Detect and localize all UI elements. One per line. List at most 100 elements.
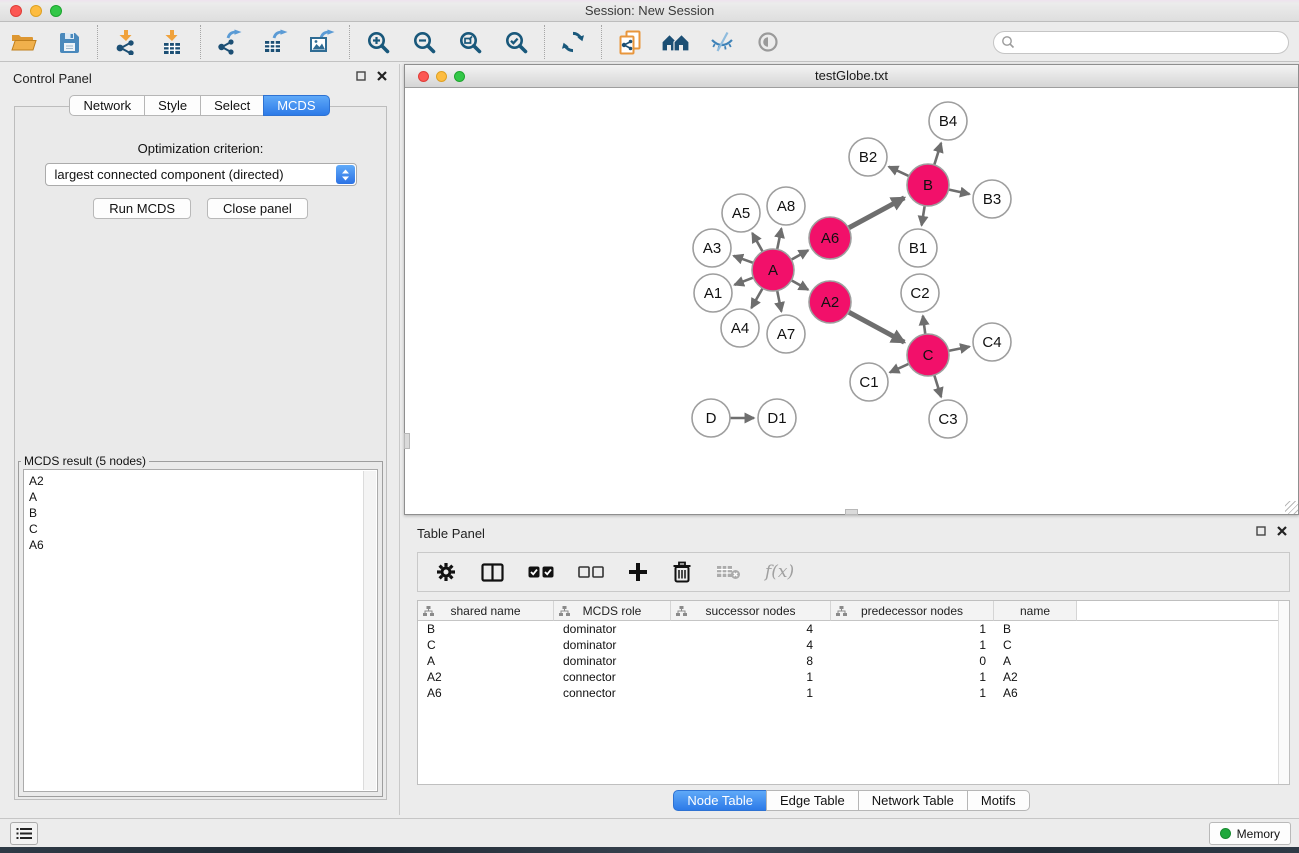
tab-node-table[interactable]: Node Table xyxy=(673,790,767,811)
graph-node-B3[interactable]: B3 xyxy=(973,180,1011,218)
result-item-a6[interactable]: A6 xyxy=(29,537,372,553)
close-table-panel-icon[interactable] xyxy=(1277,526,1287,536)
duplicate-network-icon[interactable] xyxy=(613,26,647,58)
network-window-titlebar[interactable]: testGlobe.txt xyxy=(405,65,1298,88)
zoom-fit-icon[interactable] xyxy=(453,26,487,58)
tab-network-table[interactable]: Network Table xyxy=(858,790,968,811)
tab-select[interactable]: Select xyxy=(200,95,264,116)
cell: C xyxy=(994,637,1077,653)
close-panel-icon[interactable] xyxy=(377,71,387,81)
graph-node-D[interactable]: D xyxy=(692,399,730,437)
show-eye-icon[interactable] xyxy=(751,26,785,58)
result-list-scrollbar[interactable] xyxy=(363,471,376,790)
hide-panel-eye-icon[interactable] xyxy=(705,26,739,58)
graph-node-C1[interactable]: C1 xyxy=(850,363,888,401)
export-image-icon[interactable] xyxy=(304,26,338,58)
tab-motifs[interactable]: Motifs xyxy=(967,790,1030,811)
graph-node-C4[interactable]: C4 xyxy=(973,323,1011,361)
zoom-selected-icon[interactable] xyxy=(499,26,533,58)
zoom-window-button[interactable] xyxy=(50,5,62,17)
column-header-name[interactable]: name xyxy=(994,601,1077,621)
cell: A6 xyxy=(994,685,1077,701)
result-item-a2[interactable]: A2 xyxy=(29,473,372,489)
export-network-icon[interactable] xyxy=(212,26,246,58)
graph-node-B2[interactable]: B2 xyxy=(849,138,887,176)
table-mode-gear-icon[interactable] xyxy=(435,561,457,583)
select-all-icon[interactable] xyxy=(528,566,554,578)
toolbar-separator xyxy=(601,25,602,59)
graph-node-A4[interactable]: A4 xyxy=(721,309,759,347)
save-session-icon[interactable] xyxy=(52,26,86,58)
tab-style[interactable]: Style xyxy=(144,95,201,116)
graph-node-A1[interactable]: A1 xyxy=(694,274,732,312)
column-header-shared-name[interactable]: shared name xyxy=(418,601,554,621)
open-session-icon[interactable] xyxy=(6,26,40,58)
export-table-icon[interactable] xyxy=(258,26,292,58)
table-scrollbar[interactable] xyxy=(1278,601,1289,784)
table-row-a[interactable]: Adominator80A xyxy=(418,653,1289,669)
table-row-a2[interactable]: A2connector11A2 xyxy=(418,669,1289,685)
graph-node-B1[interactable]: B1 xyxy=(899,229,937,267)
refresh-icon[interactable] xyxy=(556,26,590,58)
show-columns-icon[interactable] xyxy=(481,563,504,582)
mcds-result-list[interactable]: A2ABCA6 xyxy=(23,469,378,792)
float-table-panel-icon[interactable] xyxy=(1256,526,1266,536)
minimize-window-button[interactable] xyxy=(30,5,42,17)
deselect-all-icon[interactable] xyxy=(578,566,604,578)
graph-node-A7[interactable]: A7 xyxy=(767,315,805,353)
search-field[interactable] xyxy=(993,31,1289,54)
import-table-icon[interactable] xyxy=(155,26,189,58)
graph-node-B[interactable]: B xyxy=(907,164,949,206)
zoom-in-icon[interactable] xyxy=(361,26,395,58)
criterion-dropdown[interactable]: largest connected component (directed) xyxy=(45,163,357,186)
memory-button[interactable]: Memory xyxy=(1209,822,1291,845)
window-left-grip[interactable] xyxy=(404,433,410,449)
float-panel-icon[interactable] xyxy=(356,71,366,81)
graph-node-B4[interactable]: B4 xyxy=(929,102,967,140)
column-header-successor-nodes[interactable]: successor nodes xyxy=(671,601,831,621)
cell: dominator xyxy=(554,637,671,653)
zoom-view-button[interactable] xyxy=(454,71,465,82)
graph-node-A3[interactable]: A3 xyxy=(693,229,731,267)
graph-node-C3[interactable]: C3 xyxy=(929,400,967,438)
minimize-view-button[interactable] xyxy=(436,71,447,82)
close-view-button[interactable] xyxy=(418,71,429,82)
add-column-icon[interactable] xyxy=(628,562,648,582)
table-row-b[interactable]: Bdominator41B xyxy=(418,621,1289,637)
graph-node-A8[interactable]: A8 xyxy=(767,187,805,225)
tab-network[interactable]: Network xyxy=(69,95,145,116)
window-resize-grip[interactable] xyxy=(1285,501,1298,514)
graph-node-C[interactable]: C xyxy=(907,334,949,376)
cell: A2 xyxy=(418,669,554,685)
result-item-b[interactable]: B xyxy=(29,505,372,521)
result-item-c[interactable]: C xyxy=(29,521,372,537)
import-network-icon[interactable] xyxy=(109,26,143,58)
zoom-out-icon[interactable] xyxy=(407,26,441,58)
result-item-a[interactable]: A xyxy=(29,489,372,505)
column-header-mcds-role[interactable]: MCDS role xyxy=(554,601,671,621)
home-views-icon[interactable] xyxy=(659,26,693,58)
network-canvas[interactable]: B4 B2 B B3 A8A5 A6 A3 B1 A A1 C2 A2 A4A7 C4 C C1 C3 D D1 xyxy=(405,88,1298,514)
task-history-button[interactable] xyxy=(10,822,38,845)
cell: 0 xyxy=(831,653,994,669)
cell: connector xyxy=(554,669,671,685)
close-panel-button[interactable]: Close panel xyxy=(207,198,308,219)
column-header-predecessor-nodes[interactable]: predecessor nodes xyxy=(831,601,994,621)
graph-node-A6[interactable]: A6 xyxy=(809,217,851,259)
graph-node-A[interactable]: A xyxy=(752,249,794,291)
graph-node-D1[interactable]: D1 xyxy=(758,399,796,437)
close-window-button[interactable] xyxy=(10,5,22,17)
delete-column-trash-icon[interactable] xyxy=(672,561,692,583)
graph-node-C2[interactable]: C2 xyxy=(901,274,939,312)
run-mcds-button[interactable]: Run MCDS xyxy=(93,198,191,219)
table-row-a6[interactable]: A6connector11A6 xyxy=(418,685,1289,701)
tab-mcds[interactable]: MCDS xyxy=(263,95,329,116)
graph-node-A2[interactable]: A2 xyxy=(809,281,851,323)
tab-edge-table[interactable]: Edge Table xyxy=(766,790,859,811)
svg-text:A: A xyxy=(768,262,778,279)
network-view-window: testGlobe.txt B4 B2 B B3 A8A5 A6 A3 B1 A A1 C2 A2 A4… xyxy=(404,64,1299,515)
table-row-c[interactable]: Cdominator41C xyxy=(418,637,1289,653)
search-input[interactable] xyxy=(1015,34,1288,50)
graph-node-A5[interactable]: A5 xyxy=(722,194,760,232)
window-bottom-grip[interactable] xyxy=(845,509,858,515)
